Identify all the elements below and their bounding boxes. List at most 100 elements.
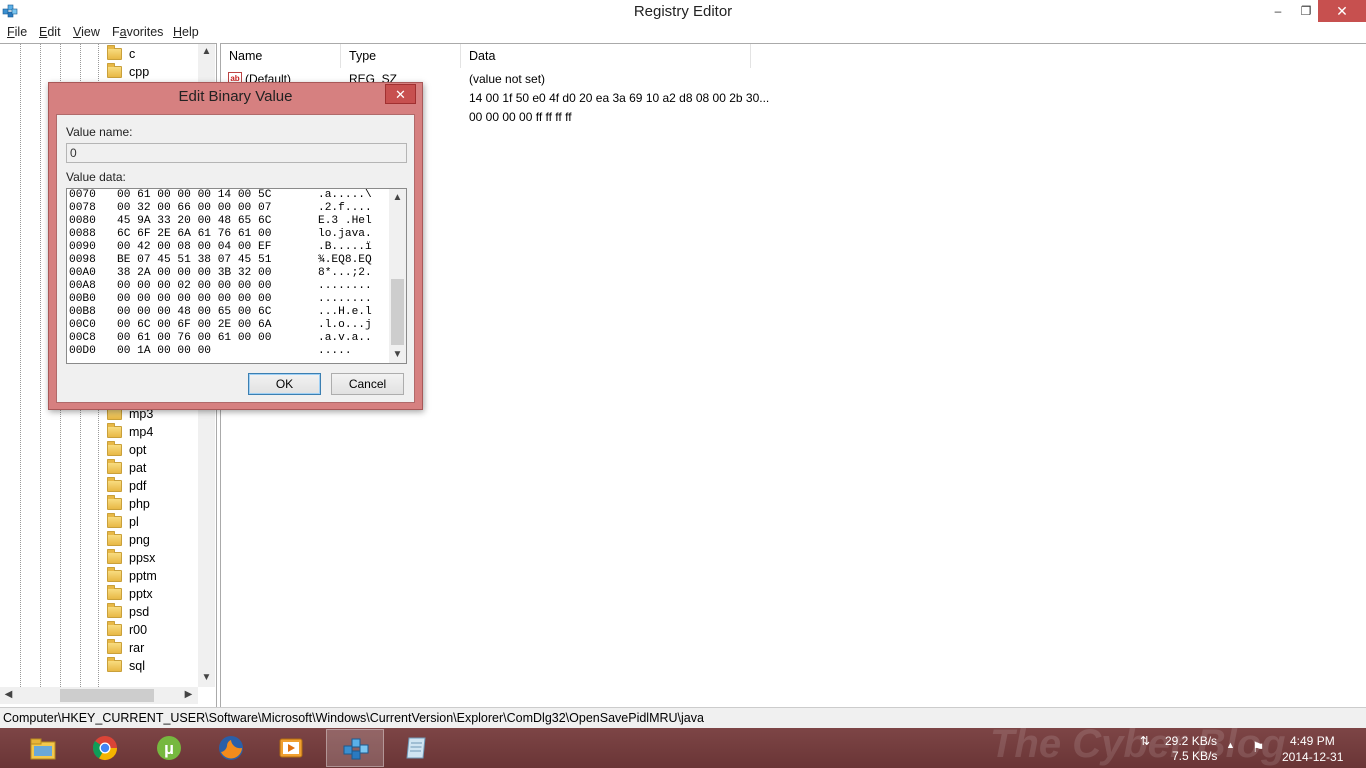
taskbar-file-explorer[interactable] <box>14 729 72 767</box>
tree-item-label: sql <box>129 659 145 673</box>
menu-edit[interactable]: Edit <box>39 25 61 39</box>
ok-button[interactable]: OK <box>248 373 321 395</box>
menu-view-accel: V <box>73 25 82 39</box>
folder-icon <box>107 549 122 564</box>
tree-item-label: pdf <box>129 479 147 493</box>
scroll-down-arrow-icon[interactable]: ▼ <box>389 349 406 360</box>
scroll-up-arrow-icon[interactable]: ▲ <box>198 46 215 57</box>
clock-date[interactable]: 2014-12-31 <box>1282 750 1343 764</box>
scroll-up-arrow-icon[interactable]: ▲ <box>389 192 406 203</box>
close-button[interactable]: ✕ <box>1318 0 1366 22</box>
menu-view[interactable]: View <box>73 25 100 39</box>
menu-help-accel: H <box>173 25 183 39</box>
menu-edit-rest: dit <box>47 25 61 39</box>
hex-bytes: 00 61 00 00 00 14 00 5C <box>117 189 272 201</box>
taskbar-notepad[interactable] <box>388 729 446 767</box>
hex-vertical-scrollbar[interactable]: ▲ ▼ <box>389 189 406 363</box>
hex-address: 00C8 <box>69 332 96 344</box>
taskbar-chrome[interactable] <box>76 729 134 767</box>
regedit-app-icon[interactable] <box>2 3 18 19</box>
hex-bytes: 00 6C 00 6F 00 2E 00 6A <box>117 319 272 331</box>
menu-file[interactable]: File <box>7 25 27 39</box>
value-data: 00 00 00 00 ff ff ff ff <box>469 110 572 124</box>
folder-icon <box>107 621 122 636</box>
hex-bytes: 00 00 00 48 00 65 00 6C <box>117 306 272 318</box>
watermark-text: The Cyber Blog <box>990 722 1286 766</box>
minimize-button[interactable]: – <box>1264 0 1292 22</box>
hex-editor[interactable]: 0070 00 61 00 00 00 14 00 5C .a.....\ 0078… <box>66 188 407 364</box>
tree-item-label: opt <box>129 443 147 457</box>
utorrent-icon: µ <box>157 736 181 760</box>
value-name-field[interactable]: 0 <box>66 143 407 163</box>
folder-icon <box>107 531 122 546</box>
tree-horizontal-scroll-thumb[interactable] <box>60 689 154 702</box>
value-data: 14 00 1f 50 e0 4f d0 20 ea 3a 69 10 a2 d… <box>469 91 770 105</box>
tree-guide-line <box>40 44 42 687</box>
hex-bytes: 45 9A 33 20 00 48 65 6C <box>117 215 272 227</box>
hex-ascii: .B.....ï <box>318 241 372 253</box>
column-header-type[interactable]: Type <box>341 44 461 68</box>
taskbar-media-player[interactable] <box>262 729 320 767</box>
tree-item-label: c <box>129 47 136 61</box>
tree-item-label: psd <box>129 605 150 619</box>
notepad-icon <box>406 737 426 759</box>
hex-address: 00B0 <box>69 293 96 305</box>
hex-scroll-thumb[interactable] <box>391 279 404 345</box>
dialog-title: Edit Binary Value <box>178 88 293 105</box>
network-activity-icon[interactable]: ⇅ <box>1140 734 1150 748</box>
scroll-left-arrow-icon[interactable]: ◀ <box>0 689 17 700</box>
folder-icon <box>107 423 122 438</box>
show-hidden-icons-icon[interactable]: ▲ <box>1226 740 1235 750</box>
taskbar-registry-editor[interactable] <box>326 729 384 767</box>
folder-icon <box>107 513 122 528</box>
taskbar: The Cyber Blog µ ⇅ 29.2 KB/s 7.5 KB/s ▲ … <box>0 722 1366 768</box>
folder-icon <box>107 63 122 78</box>
hex-ascii: ..... <box>318 345 352 357</box>
maximize-button[interactable]: ❐ <box>1292 0 1320 22</box>
folder-icon <box>107 495 122 510</box>
tree-item-label: pptm <box>129 569 157 583</box>
clock-time[interactable]: 4:49 PM <box>1290 734 1335 748</box>
taskbar-firefox[interactable] <box>202 729 260 767</box>
menu-favorites[interactable]: Favorites <box>112 25 163 39</box>
hex-bytes: 38 2A 00 00 00 3B 32 00 <box>117 267 272 279</box>
taskbar-utorrent[interactable]: µ <box>140 729 198 767</box>
tree-item-label: pl <box>129 515 139 529</box>
svg-text:µ: µ <box>164 739 174 758</box>
folder-icon <box>107 567 122 582</box>
tree-item-label: png <box>129 533 150 547</box>
hex-address: 00C0 <box>69 319 96 331</box>
tree-item-label: rar <box>129 641 145 655</box>
file-explorer-icon <box>30 738 56 760</box>
scroll-right-arrow-icon[interactable]: ▶ <box>180 689 197 700</box>
chrome-icon <box>92 736 117 761</box>
menu-bar: File Edit View Favorites Help <box>0 23 1366 42</box>
tree-item-label: mp4 <box>129 425 154 439</box>
menu-file-rest: ile <box>14 25 28 39</box>
hex-ascii: .2.f.... <box>318 202 372 214</box>
cancel-button[interactable]: Cancel <box>331 373 404 395</box>
menu-file-accel: F <box>7 25 15 39</box>
folder-icon <box>107 657 122 672</box>
value-data: (value not set) <box>469 72 546 86</box>
dialog-close-button[interactable]: ✕ <box>385 84 416 104</box>
title-bar: Registry Editor – ❐ ✕ <box>0 0 1366 23</box>
tree-horizontal-scrollbar[interactable]: ◀ ▶ <box>0 687 198 704</box>
scroll-down-arrow-icon[interactable]: ▼ <box>198 672 215 683</box>
column-header-data[interactable]: Data <box>461 44 751 68</box>
hex-bytes: 00 00 00 02 00 00 00 00 <box>117 280 272 292</box>
tree-item-label: pat <box>129 461 147 475</box>
hex-ascii: ........ <box>318 293 372 305</box>
menu-help[interactable]: Help <box>173 25 199 39</box>
hex-bytes: 00 00 00 00 00 00 00 00 <box>117 293 272 305</box>
menu-help-rest: elp <box>182 25 199 39</box>
column-header-name[interactable]: Name <box>221 44 341 68</box>
menu-favorites-rest: vorites <box>126 25 164 39</box>
hex-ascii: 8*...;2. <box>318 267 372 279</box>
regedit-icon <box>343 738 369 760</box>
folder-icon <box>107 639 122 654</box>
hex-ascii: lo.java. <box>318 228 372 240</box>
network-download-rate: 29.2 KB/s <box>1165 734 1218 748</box>
action-center-flag-icon[interactable]: ⚑ <box>1252 739 1265 756</box>
firefox-icon <box>219 736 243 760</box>
